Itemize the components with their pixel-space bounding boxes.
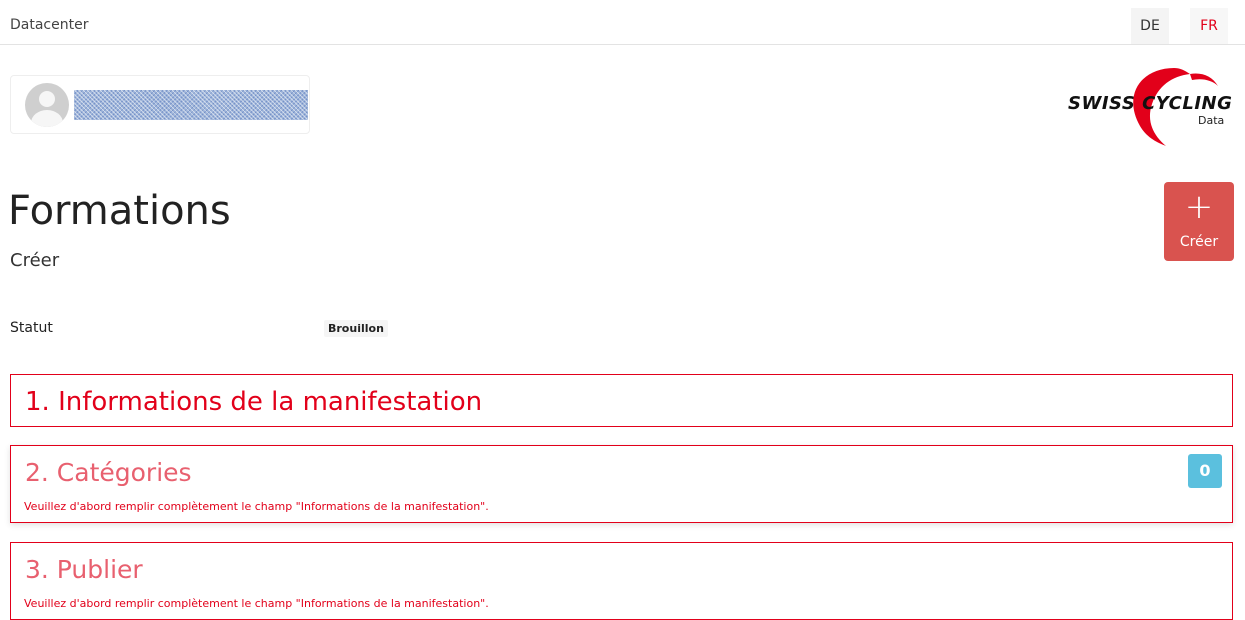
section-warning-text: Veuillez d'abord remplir complètement le… xyxy=(24,597,489,610)
status-badge: Brouillon xyxy=(324,320,388,337)
section-title: 3. Publier xyxy=(25,555,143,584)
plus-icon: + xyxy=(1184,187,1214,227)
status-label: Statut xyxy=(10,320,53,336)
page-subtitle: Créer xyxy=(10,250,60,271)
section-title: 2. Catégories xyxy=(25,458,192,487)
section-event-info[interactable]: 1. Informations de la manifestation xyxy=(10,374,1233,427)
logo-text: SWISS CYCLING xyxy=(1068,93,1233,114)
language-fr-button[interactable]: FR xyxy=(1190,8,1228,44)
section-publish[interactable]: 3. Publier Veuillez d'abord remplir comp… xyxy=(10,542,1233,620)
section-categories[interactable]: 2. Catégories Veuillez d'abord remplir c… xyxy=(10,445,1233,523)
create-button-label: Créer xyxy=(1179,234,1219,250)
language-de-button[interactable]: DE xyxy=(1131,8,1169,44)
redacted-username xyxy=(74,90,308,120)
category-count-badge: 0 xyxy=(1188,454,1222,488)
logo-subtitle: Data xyxy=(1198,114,1225,127)
section-warning-text: Veuillez d'abord remplir complètement le… xyxy=(24,500,489,513)
top-navbar: Datacenter DE FR xyxy=(0,0,1245,45)
create-button[interactable]: + Créer xyxy=(1164,182,1234,261)
section-title: 1. Informations de la manifestation xyxy=(25,387,483,417)
swiss-cycling-logo[interactable]: SWISS CYCLING Data xyxy=(1062,64,1234,150)
page-title: Formations xyxy=(8,188,231,234)
avatar xyxy=(25,83,69,127)
user-profile-box[interactable] xyxy=(10,75,310,134)
brand-link[interactable]: Datacenter xyxy=(10,17,88,33)
